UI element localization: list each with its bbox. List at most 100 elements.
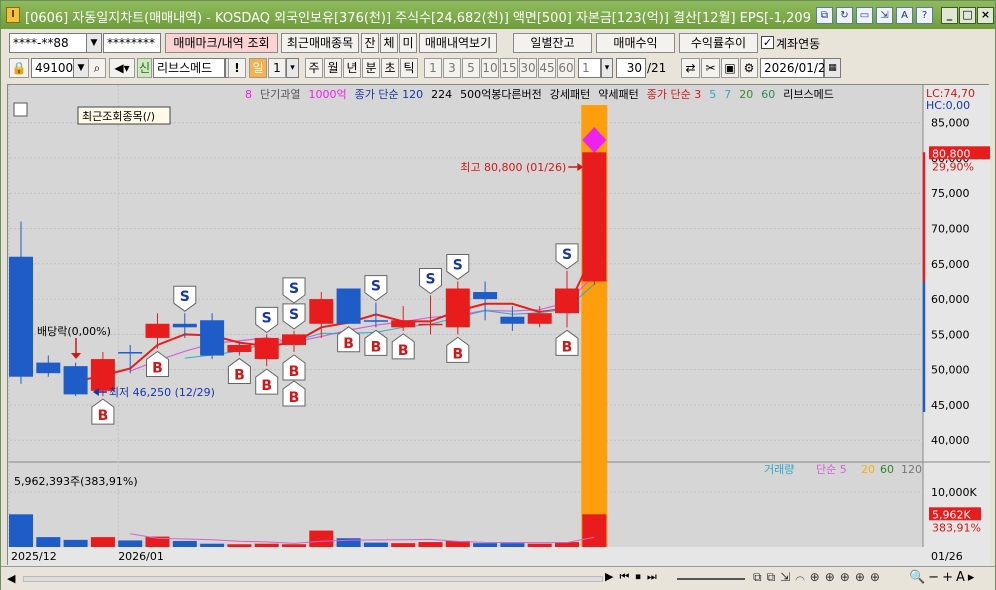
period-year-button[interactable]: 년 <box>343 58 361 78</box>
drawing-tools[interactable]: ⧉⧉⇲⌒⊕⊕⊕⊕⊕ <box>753 570 885 585</box>
date-input[interactable]: 2026/01/26 <box>760 58 833 78</box>
legend-item: 리브스메드 <box>783 88 834 101</box>
interval-45-button[interactable]: 45 <box>538 58 556 78</box>
lock-icon[interactable]: 🔒 <box>9 58 29 78</box>
window-icon[interactable]: ▭ <box>856 7 873 24</box>
indicator-legend[interactable]: 8 단기과열 1000억 종가 단순 120 224 500억봉다른버전 강세패턴 약세패턴 종… <box>245 87 834 101</box>
marker-label: S <box>562 247 572 263</box>
marker-label: B <box>371 339 382 355</box>
capture-icon[interactable]: ⇲ <box>876 7 893 24</box>
trade-view-button[interactable]: 매매내역보기 <box>419 33 497 53</box>
zoom-slider[interactable] <box>677 578 745 580</box>
period-week-button[interactable]: 주 <box>305 58 323 78</box>
account-input[interactable]: ****-**88 <box>9 33 87 53</box>
password-field[interactable]: ******** <box>103 33 161 53</box>
low-label: 최저 46,250 (12/29) <box>109 386 215 399</box>
marker-label: B <box>289 390 300 406</box>
candle-body <box>500 316 525 324</box>
marker-label: B <box>452 346 463 362</box>
interval-5-button[interactable]: 5 <box>462 58 480 78</box>
interval-3-button[interactable]: 3 <box>443 58 461 78</box>
legend-item: 60 <box>761 88 775 101</box>
trade-profit-button[interactable]: 매매수익 <box>596 33 675 53</box>
maximize-button[interactable]: □ <box>959 7 976 24</box>
recent-trades-button[interactable]: 최근매매종목 <box>281 33 359 53</box>
volume-bar <box>90 537 115 547</box>
stock-name-field: 리브스메드 <box>153 58 225 78</box>
period-dropdown-icon[interactable]: ▾ <box>286 58 299 78</box>
volume-bar <box>36 537 61 547</box>
app-icon: I <box>6 7 20 23</box>
link-icon[interactable]: ⧉ <box>816 7 833 24</box>
recent-search-label: 최근조회종목(/) <box>82 110 155 123</box>
save-icon[interactable]: ▣ <box>721 58 739 78</box>
interval-1-button[interactable]: 1 <box>424 58 442 78</box>
daily-balance-button[interactable]: 일별잔고 <box>513 33 592 53</box>
date-label-dec: 2025/12 <box>11 550 57 563</box>
profit-trend-button[interactable]: 수익률추이 <box>679 33 758 53</box>
period-month-button[interactable]: 월 <box>324 58 342 78</box>
interval-60-button[interactable]: 60 <box>557 58 575 78</box>
period-day-count[interactable]: 1 <box>268 58 286 78</box>
marker-label: B <box>98 408 109 424</box>
marker-label: B <box>152 360 163 376</box>
volume-bar <box>500 543 525 547</box>
chart-area[interactable]: 85,00080,00075,00070,00065,00060,00055,0… <box>7 84 990 566</box>
interval-input[interactable]: 1 <box>578 58 601 78</box>
period-minute-button[interactable]: 분 <box>362 58 380 78</box>
arrows-icon[interactable]: ⇄ <box>681 58 700 78</box>
volume-bar <box>118 540 143 547</box>
volume-tick-label: 10,000K <box>931 486 977 499</box>
count-input[interactable]: 30 <box>616 58 646 78</box>
search-icon[interactable]: ⌕ <box>88 58 106 78</box>
legend-item: 강세패턴 <box>550 88 590 101</box>
price-tick-label: 85,000 <box>931 117 970 130</box>
volume-bar <box>309 530 334 547</box>
toolbar-account: ****-**88 ▼ ******** 매매마크/내역 조회 최근매매종목 잔… <box>1 30 995 56</box>
settings-icon[interactable]: ⚙ <box>740 58 758 78</box>
candle-body <box>145 323 170 338</box>
close-button[interactable]: × <box>977 7 994 24</box>
interval-30-button[interactable]: 30 <box>519 58 537 78</box>
period-tick-button[interactable]: 틱 <box>400 58 418 78</box>
stock-code-dropdown-icon[interactable]: ▼ <box>73 58 89 78</box>
legend-item: 20 <box>739 88 753 101</box>
chart-canvas[interactable]: 85,00080,00075,00070,00065,00060,00055,0… <box>8 85 990 566</box>
interval-dropdown-icon[interactable]: ▾ <box>601 58 613 78</box>
window-title: [0606] 자동일지차트(매매내역) - KOSDAQ 외국인보유[376(천… <box>25 11 810 26</box>
tools-icon[interactable]: ✂ <box>701 58 720 78</box>
speaker-icon[interactable]: ◀▾ <box>109 58 135 78</box>
refresh-icon[interactable]: ↻ <box>836 7 853 24</box>
zoom-controls[interactable]: 🔍−+A▸ <box>909 570 977 585</box>
playback-controls[interactable]: ▶⏮⏹⏭ <box>605 570 663 584</box>
balance-button[interactable]: 잔 <box>361 33 379 53</box>
account-link-checkbox[interactable]: ✓ <box>761 36 774 49</box>
period-second-button[interactable]: 초 <box>381 58 399 78</box>
scroll-left-icon[interactable]: ◀ <box>7 571 21 587</box>
trade-mark-button[interactable]: 매매마크/내역 조회 <box>165 33 278 53</box>
current-price-label: 80,800 <box>932 147 971 160</box>
volume-bar <box>282 544 306 547</box>
calendar-icon[interactable]: ▦ <box>824 58 841 78</box>
unfilled-button[interactable]: 미 <box>399 33 417 53</box>
legend-item: 1000억 <box>308 88 346 101</box>
volume-legend-ma4: 120 <box>901 463 922 476</box>
marker-label: S <box>262 310 272 326</box>
count-total: /21 <box>647 61 667 75</box>
volume-bar <box>527 543 552 547</box>
candle-body <box>391 320 416 328</box>
print-icon[interactable]: A <box>896 7 913 24</box>
period-day-button[interactable]: 일 <box>249 58 267 78</box>
account-dropdown-icon[interactable]: ▼ <box>86 33 102 53</box>
executed-button[interactable]: 체 <box>380 33 398 53</box>
candle-body <box>336 288 361 324</box>
legend-item: 약세패턴 <box>598 87 638 101</box>
candle-body <box>227 344 252 353</box>
minimize-button[interactable]: _ <box>941 7 958 24</box>
stock-code-input[interactable]: 491000 <box>31 58 81 78</box>
interval-15-button[interactable]: 15 <box>500 58 518 78</box>
alert-icon[interactable]: ! <box>228 58 246 78</box>
chart-scrollbar[interactable] <box>23 576 603 582</box>
help-icon[interactable]: ? <box>916 7 933 24</box>
interval-10-button[interactable]: 10 <box>481 58 499 78</box>
